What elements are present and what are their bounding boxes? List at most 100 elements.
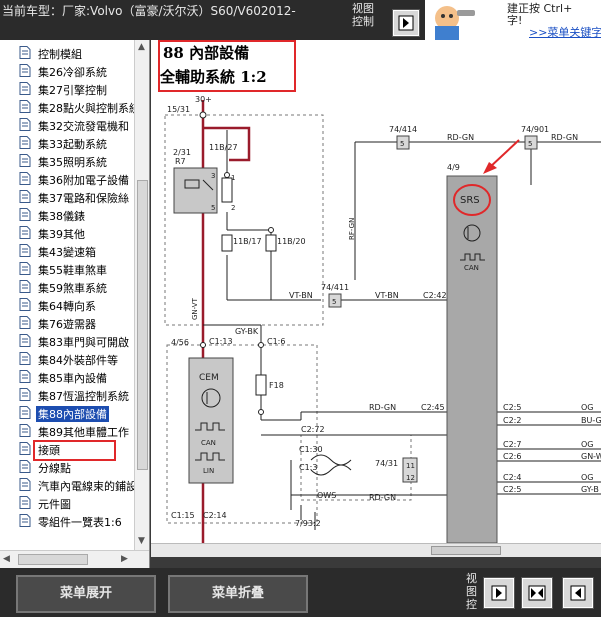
tree-item[interactable]: 集59煞車系統 (0, 278, 136, 296)
scroll-right-icon[interactable]: ▶ (121, 554, 128, 564)
tree-item[interactable]: 集28點火與控制系統 (0, 98, 136, 116)
label-7-93-2: 7/93:2 (295, 519, 321, 528)
scroll-thumb[interactable] (18, 554, 88, 565)
tree-item-label: 集37電路和保險絲 (38, 192, 129, 205)
label-pin-5: 5 (400, 140, 404, 148)
label-74-901: 74/901 (521, 125, 549, 134)
tree-item[interactable]: 集83車門與可開啟 (0, 332, 136, 350)
tree-item-label: 集27引擎控制 (38, 84, 107, 97)
tree-item-label: 集84外裝部件等 (38, 354, 118, 367)
label-74-31: 74/31 (375, 459, 398, 468)
next-page-button[interactable] (483, 577, 515, 609)
document-icon (19, 226, 31, 239)
tree-vertical-scrollbar[interactable]: ▲ ▼ (134, 40, 149, 550)
label-30: 30+ (195, 95, 212, 104)
label-c2-6: C2:6 (503, 452, 521, 461)
scroll-up-icon[interactable]: ▲ (138, 42, 145, 52)
menu-collapse-button[interactable]: 菜单折叠 (168, 575, 308, 613)
tree-item[interactable]: 控制模組 (0, 44, 136, 62)
tree-item-label: 分線點 (38, 462, 71, 475)
scroll-left-icon[interactable]: ◀ (3, 554, 10, 564)
ad-link[interactable]: >>菜单关键字 (529, 24, 601, 40)
tree-item[interactable]: 零組件一覽表1:6 (0, 512, 136, 530)
label-c2-72: C2:72 (301, 425, 325, 434)
vehicle-title: 当前车型：厂家:Volvo（富豪/沃尔沃）S60/V602012- (2, 4, 296, 18)
document-icon (19, 136, 31, 149)
document-icon (19, 316, 31, 329)
tree-item-label: 集87恆溫控制系統 (38, 390, 129, 403)
scroll-thumb[interactable] (431, 546, 501, 555)
label-c2-42: C2:42 (423, 291, 447, 300)
tree-item-label: 集33起動系統 (38, 138, 107, 151)
label-og-2: OG (581, 440, 594, 449)
wiring-diagram[interactable]: 30+ 15/31 2/31 R7 11B/27 11B/17 11B/20 4… (151, 40, 601, 543)
arrow-right-icon (491, 585, 507, 601)
arrow-right-icon (398, 15, 414, 31)
document-icon (19, 172, 31, 185)
tree-item[interactable]: 集76遊需器 (0, 314, 136, 332)
tree-item[interactable]: 集35照明系統 (0, 152, 136, 170)
tree-item-label: 集64轉向系 (38, 300, 96, 313)
tree-item[interactable]: 集37電路和保險絲 (0, 188, 136, 206)
document-icon (19, 334, 31, 347)
document-icon (19, 424, 31, 437)
label-pin-2: 2 (231, 204, 235, 212)
tree-item[interactable]: 集84外裝部件等 (0, 350, 136, 368)
tree-item[interactable]: 集64轉向系 (0, 296, 136, 314)
forward-button[interactable] (392, 9, 420, 37)
document-icon (19, 244, 31, 257)
tree-item-label: 集35照明系統 (38, 156, 107, 169)
label-c2-14: C2:14 (203, 511, 227, 520)
label-og-3: OG (581, 473, 594, 482)
document-icon (19, 118, 31, 131)
previous-page-button[interactable] (562, 577, 594, 609)
tree-item[interactable]: 集39其他 (0, 224, 136, 242)
scroll-thumb[interactable] (137, 180, 148, 470)
tree-item[interactable]: 集26冷卻系統 (0, 62, 136, 80)
tree-item[interactable]: 集38儀錶 (0, 206, 136, 224)
label-lin: LIN (203, 467, 214, 475)
tree-item[interactable]: 集36附加電子設備 (0, 170, 136, 188)
tree-item-label: 汽車內電線束的鋪設 (38, 480, 134, 493)
tree-item-label: 控制模組 (38, 48, 82, 61)
mascot-icon (435, 6, 475, 40)
label-rf-gn: RF-GN (348, 218, 356, 240)
label-74-414: 74/414 (389, 125, 417, 134)
label-r7-pin: 2/31 (173, 148, 191, 157)
tree-item[interactable]: 集85車內設備 (0, 368, 136, 386)
fit-width-icon (528, 585, 546, 601)
label-c2-4: C2:4 (503, 473, 521, 482)
label-pin-3: 3 (211, 172, 215, 180)
label-15-31: 15/31 (167, 105, 190, 114)
tree-item[interactable]: 集27引擎控制 (0, 80, 136, 98)
label-pin-5c: 5 (332, 298, 336, 306)
diagram-horizontal-scrollbar[interactable] (151, 543, 601, 557)
document-icon (19, 478, 31, 491)
document-icon (19, 262, 31, 275)
menu-expand-button[interactable]: 菜单展开 (16, 575, 156, 613)
scroll-down-icon[interactable]: ▼ (138, 536, 145, 546)
tree-item[interactable]: 汽車內電線束的鋪設 (0, 476, 136, 494)
arrow-left-icon (570, 585, 586, 601)
wiring-diagram-svg: 30+ 15/31 2/31 R7 11B/27 11B/17 11B/20 4… (164, 95, 601, 543)
label-c1-3: C1:3 (299, 463, 317, 472)
document-icon (19, 298, 31, 311)
tree-item[interactable]: 集87恆溫控制系統 (0, 386, 136, 404)
tree-item-label: 集36附加電子設備 (38, 174, 129, 187)
ad-banner[interactable]: 建正按 Ctrl+ 字! >>菜单关键字 (425, 0, 601, 40)
selection-highlight (33, 440, 116, 461)
tree-item[interactable]: 集89其他車體工作 (0, 422, 136, 440)
tree-item-label: 集39其他 (38, 228, 85, 241)
tree-item[interactable]: 集55鞋車煞車 (0, 260, 136, 278)
tree-item[interactable]: 集88內部設備 (0, 404, 136, 422)
tree-item[interactable]: 元件圖 (0, 494, 136, 512)
label-fuse-11b17: 11B/17 (233, 237, 262, 246)
label-og: OG (581, 403, 594, 412)
label-c1-6: C1:6 (267, 337, 285, 346)
tree-item[interactable]: 集33起動系統 (0, 134, 136, 152)
tree-horizontal-scrollbar[interactable]: ◀ ▶ (0, 550, 149, 568)
label-c1-15: C1:15 (171, 511, 195, 520)
tree-item[interactable]: 集43變速箱 (0, 242, 136, 260)
fit-view-button[interactable] (521, 577, 553, 609)
tree-item[interactable]: 集32交流發電機和 (0, 116, 136, 134)
